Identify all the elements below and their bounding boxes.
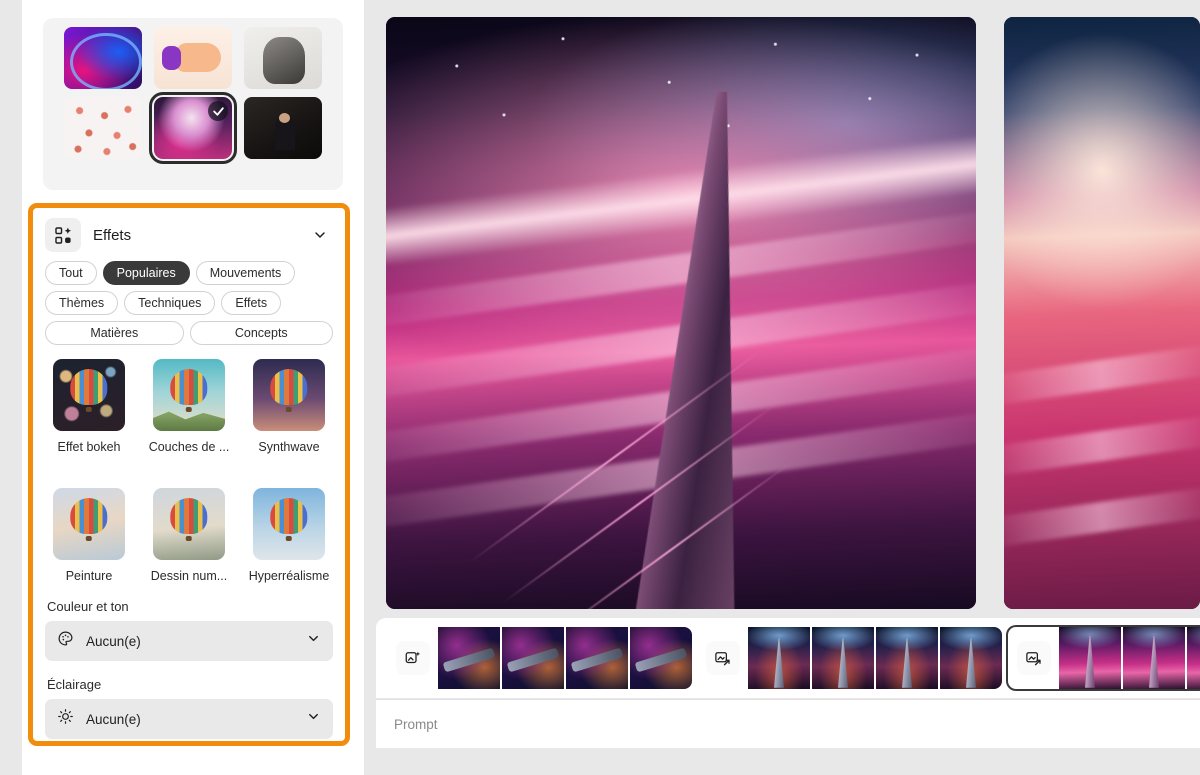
effect-label: Synthwave: [258, 440, 320, 454]
effect-item[interactable]: Effet bokeh: [45, 359, 133, 454]
effect-thumbnail: [153, 359, 225, 431]
effect-label: Peinture: [65, 569, 113, 583]
effect-thumbnail: [253, 359, 325, 431]
section-label: Éclairage: [47, 677, 102, 692]
chip-techniques[interactable]: Techniques: [124, 291, 216, 315]
effects-panel-title: Effets: [93, 226, 132, 244]
effect-item[interactable]: Hyperréalisme: [245, 488, 333, 583]
effect-item[interactable]: Couches de ...: [145, 359, 233, 454]
dropdown-couleuretton[interactable]: Aucun(e): [45, 621, 333, 661]
effects-panel: Effets Tout Populaires Mouvements Thèmes Tec…: [35, 210, 343, 740]
prompt-input[interactable]: Prompt: [394, 717, 438, 732]
generation-group-towers[interactable]: [696, 625, 1006, 691]
effect-item[interactable]: Synthwave: [245, 359, 333, 454]
style-thumbnail-neon-figure[interactable]: [64, 27, 142, 89]
image-reference-icon[interactable]: [706, 641, 740, 675]
filmstrip-thumbnail[interactable]: [1059, 627, 1121, 689]
chevron-down-icon[interactable]: [307, 222, 333, 248]
filmstrip-thumbnail[interactable]: [438, 627, 500, 689]
filmstrip-thumbnail[interactable]: [1123, 627, 1185, 689]
style-thumbnail-pencil-portrait[interactable]: [244, 27, 322, 89]
dropdown-value: Aucun(e): [86, 633, 141, 649]
style-thumbnail-cartoon-hand[interactable]: [154, 27, 232, 89]
generation-group-pink-towers[interactable]: [1006, 625, 1200, 691]
filmstrip-thumbnail[interactable]: [748, 627, 810, 689]
effect-label: Couches de ...: [148, 440, 230, 454]
generation-group-spaceships[interactable]: [386, 625, 696, 691]
prompt-bar[interactable]: Prompt: [376, 700, 1200, 748]
chip-effets[interactable]: Effets: [221, 291, 282, 315]
dropdown-value: Aucun(e): [86, 711, 141, 727]
generated-image-main[interactable]: [386, 17, 976, 609]
effects-grid-icon: [45, 218, 81, 252]
effect-item[interactable]: Dessin num...: [145, 488, 233, 583]
filmstrip-thumbnail[interactable]: [630, 627, 692, 689]
section-label: Couleur et ton: [47, 599, 129, 614]
chip-populaires[interactable]: Populaires: [102, 261, 190, 285]
effect-label: Effet bokeh: [57, 440, 121, 454]
chip-concepts[interactable]: Concepts: [189, 321, 333, 345]
effect-label: Hyperréalisme: [248, 569, 330, 583]
chip-matires[interactable]: Matières: [45, 321, 184, 345]
generation-filmstrip: [376, 618, 1200, 698]
style-picker-card: [43, 18, 343, 190]
filmstrip-thumbnail[interactable]: [940, 627, 1002, 689]
image-reference-icon[interactable]: [1017, 641, 1051, 675]
chevron-down-icon[interactable]: [306, 631, 321, 651]
canvas-area: Prompt: [364, 0, 1200, 775]
filmstrip-thumbnail[interactable]: [502, 627, 564, 689]
effect-dropdown-sections: Couleur et ton Aucun(e) Éclairage Aucun(e): [35, 599, 343, 739]
dropdown-clairage[interactable]: Aucun(e): [45, 699, 333, 739]
filmstrip-thumbnail[interactable]: [876, 627, 938, 689]
left-sidebar: Effets Tout Populaires Mouvements Thèmes Tec…: [22, 0, 364, 775]
style-thumbnail-grid: [43, 27, 343, 164]
chip-mouvements[interactable]: Mouvements: [195, 261, 296, 285]
effects-grid-row-1: Effet bokeh Couches de ... Synthwave: [35, 345, 343, 454]
chip-tout[interactable]: Tout: [45, 261, 97, 285]
style-thumbnail-hand-pattern[interactable]: [64, 97, 142, 159]
generated-image-secondary[interactable]: [1004, 17, 1200, 609]
bottom-spacer: [376, 748, 1200, 775]
effect-thumbnail: [253, 488, 325, 560]
check-icon: [208, 101, 228, 121]
filmstrip-thumbnail[interactable]: [1187, 627, 1200, 689]
effect-category-chips: Tout Populaires Mouvements Thèmes Techniques…: [35, 254, 343, 345]
style-thumbnail-cinematic-person[interactable]: [244, 97, 322, 159]
chevron-down-icon[interactable]: [306, 709, 321, 729]
effect-item[interactable]: Peinture: [45, 488, 133, 583]
style-thumbnail-pink-clouds[interactable]: [149, 92, 237, 164]
text-to-image-icon[interactable]: [396, 641, 430, 675]
app-root: Effets Tout Populaires Mouvements Thèmes Tec…: [0, 0, 1200, 775]
effect-thumbnail: [53, 359, 125, 431]
effect-thumbnail: [153, 488, 225, 560]
sun-icon: [57, 708, 74, 730]
filmstrip-thumbnail[interactable]: [566, 627, 628, 689]
effects-panel-header[interactable]: Effets: [35, 210, 343, 254]
effects-grid-row-2: Peinture Dessin num... Hyperréalisme: [35, 474, 343, 583]
chip-thmes[interactable]: Thèmes: [45, 291, 119, 315]
filmstrip-thumbnail[interactable]: [812, 627, 874, 689]
effect-label: Dessin num...: [150, 569, 228, 583]
palette-icon: [57, 630, 74, 652]
effect-thumbnail: [53, 488, 125, 560]
